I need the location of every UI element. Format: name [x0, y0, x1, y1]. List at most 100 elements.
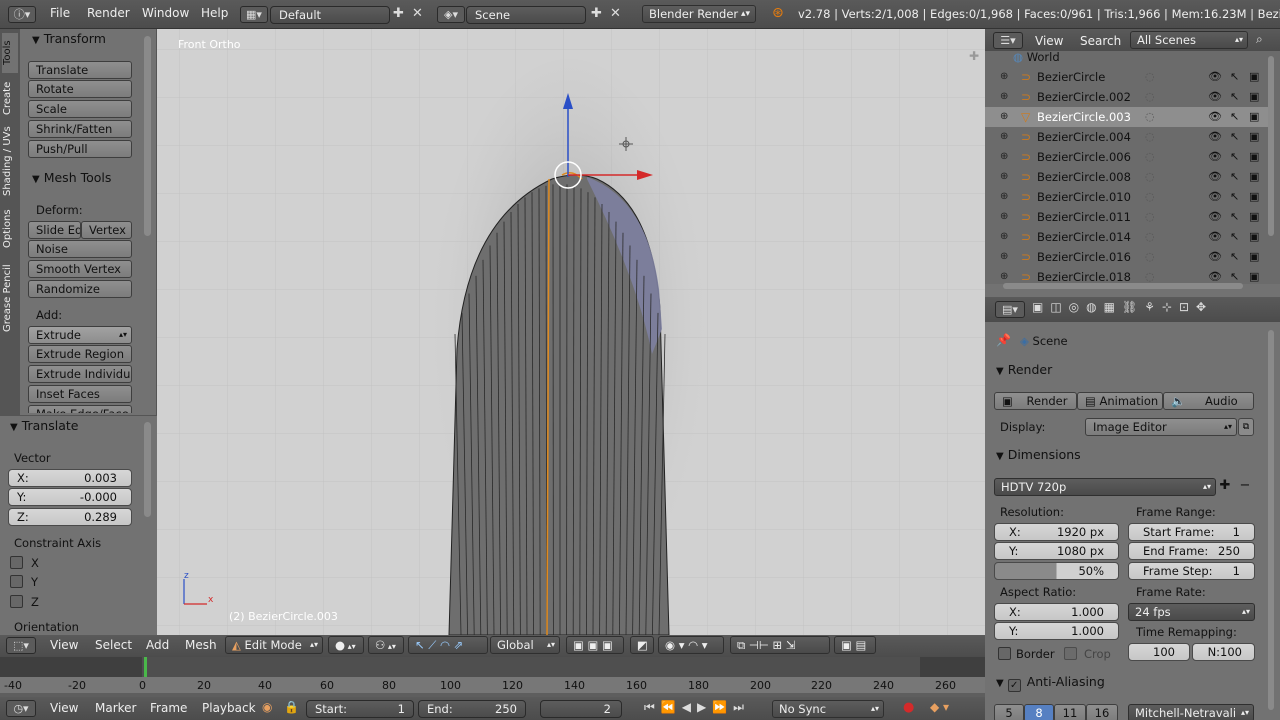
remove-scene-icon[interactable]: ✕ [610, 6, 621, 21]
properties-context-tabs[interactable]: ▣◫◎◍▦⛓⚘⊹⊡✥ [1032, 300, 1278, 320]
tool-shelf-scrollbar[interactable] [144, 36, 151, 236]
visibility-icon[interactable]: 👁 [1208, 67, 1222, 87]
extrude-region-button[interactable]: Extrude Region [28, 345, 132, 363]
anti-aliasing-panel-header[interactable]: ▼ ✓ Anti-Aliasing [996, 671, 1251, 693]
manipulator-toggle[interactable]: ↖ ⟋ ◠ ⇗ [408, 636, 488, 654]
expand-icon[interactable]: ⊕ [1000, 267, 1008, 284]
animation-button[interactable]: ▤ Animation [1077, 392, 1163, 410]
scene-field[interactable]: Scene [466, 6, 586, 24]
vector-z-field[interactable]: Z: 0.289 [8, 508, 132, 526]
outliner-row[interactable]: ⊕ ⊃ BezierCircle.011 ◌ 👁 ↖ ▣ [985, 207, 1268, 227]
visibility-icon[interactable]: 👁 [1208, 267, 1222, 284]
viewport-corner-icon[interactable]: ✚ [969, 49, 979, 63]
shrink-fatten-button[interactable]: Shrink/Fatten [28, 120, 132, 138]
expand-icon[interactable]: ⊕ [1000, 167, 1008, 187]
mesh-tools-header[interactable]: ▼ Mesh Tools [32, 167, 140, 189]
outliner-world-row[interactable]: ◍ World [1013, 51, 1060, 65]
extrude-individual-button[interactable]: Extrude Individual [28, 365, 132, 383]
slide-edge-button[interactable]: Slide Ed [28, 221, 81, 239]
renderability-icon[interactable]: ▣ [1249, 107, 1259, 127]
menu-window[interactable]: Window [142, 6, 189, 20]
tab-shading-uvs[interactable]: Shading / UVs [2, 122, 18, 200]
record-icon[interactable]: ● [903, 700, 914, 715]
render-button[interactable]: ▣ Render [994, 392, 1077, 410]
transform-panel-header[interactable]: ▼ Transform [32, 28, 140, 50]
randomize-button[interactable]: Randomize [28, 280, 132, 298]
layout-field[interactable]: Default [270, 6, 390, 24]
proportional-edit-dropdown[interactable]: ◉ ▾ ◠ ▾ [658, 636, 724, 654]
menu-help[interactable]: Help [201, 6, 228, 20]
remap-new-field[interactable]: N:100 [1192, 643, 1255, 661]
expand-icon[interactable]: ⊕ [1000, 247, 1008, 267]
selectability-icon[interactable]: ↖ [1230, 207, 1239, 227]
tab-grease-pencil[interactable]: Grease Pencil [2, 258, 18, 338]
constraint-y-checkbox[interactable] [10, 575, 23, 588]
rotate-button[interactable]: Rotate [28, 80, 132, 98]
renderability-icon[interactable]: ▣ [1249, 267, 1259, 284]
visibility-icon[interactable]: 👁 [1208, 187, 1222, 207]
timeline-editor-icon[interactable]: ◷▾ [6, 700, 36, 717]
mode-dropdown[interactable]: ◭ Edit Mode ▴▾ [225, 636, 323, 654]
dimensions-panel-header[interactable]: ▼ Dimensions [996, 444, 1251, 466]
menu-render[interactable]: Render [87, 6, 130, 20]
outliner-row[interactable]: ⊕ ⊃ BezierCircle ◌ 👁 ↖ ▣ [985, 67, 1268, 87]
tab-create[interactable]: Create [2, 77, 18, 119]
renderability-icon[interactable]: ▣ [1249, 207, 1259, 227]
noise-button[interactable]: Noise [28, 240, 132, 258]
menu-file[interactable]: File [50, 6, 70, 20]
renderability-icon[interactable]: ▣ [1249, 247, 1259, 267]
visibility-icon[interactable]: 👁 [1208, 87, 1222, 107]
outliner-row[interactable]: ⊕ ⊃ BezierCircle.014 ◌ 👁 ↖ ▣ [985, 227, 1268, 247]
expand-icon[interactable]: ⊕ [1000, 107, 1008, 127]
display-window-icon[interactable]: ⧉ [1238, 418, 1254, 436]
renderability-icon[interactable]: ▣ [1249, 227, 1259, 247]
crop-checkbox[interactable] [1064, 647, 1077, 660]
make-edge-face-button[interactable]: Make Edge/Face [28, 405, 132, 413]
viewport-menu-select[interactable]: Select [95, 638, 132, 652]
add-preset-icon[interactable]: ✚ [1216, 478, 1234, 496]
selectability-icon[interactable]: ↖ [1230, 247, 1239, 267]
inset-faces-button[interactable]: Inset Faces [28, 385, 132, 403]
visibility-icon[interactable]: 👁 [1208, 147, 1222, 167]
outliner-row[interactable]: ⊕ ⊃ BezierCircle.002 ◌ 👁 ↖ ▣ [985, 87, 1268, 107]
renderability-icon[interactable]: ▣ [1249, 87, 1259, 107]
selectability-icon[interactable]: ↖ [1230, 127, 1239, 147]
preset-dropdown[interactable]: HDTV 720p ▴▾ [994, 478, 1216, 496]
outliner-menu-view[interactable]: View [1035, 34, 1063, 48]
timeline-menu-frame[interactable]: Frame [150, 701, 187, 715]
render-panel-header[interactable]: ▼ Render [996, 359, 1251, 381]
selectability-icon[interactable]: ↖ [1230, 267, 1239, 284]
operator-scrollbar[interactable] [144, 422, 151, 517]
lock-icon[interactable]: 🔒 [284, 700, 299, 714]
extrude-dropdown[interactable]: Extrude ▴▾ [28, 326, 132, 344]
expand-icon[interactable]: ⊕ [1000, 87, 1008, 107]
vector-x-field[interactable]: X: 0.003 [8, 469, 132, 487]
outliner-row[interactable]: ⊕ ⊃ BezierCircle.018 ◌ 👁 ↖ ▣ [985, 267, 1268, 284]
resolution-percent-slider[interactable]: 50% [994, 562, 1119, 580]
expand-icon[interactable]: ⊕ [1000, 147, 1008, 167]
selectability-icon[interactable]: ↖ [1230, 187, 1239, 207]
render-buttons[interactable]: ▣ ▤ [834, 636, 876, 654]
display-dropdown[interactable]: Image Editor ▴▾ [1085, 418, 1237, 436]
outliner-row[interactable]: ⊕ ⊃ BezierCircle.016 ◌ 👁 ↖ ▣ [985, 247, 1268, 267]
tab-options[interactable]: Options [2, 205, 18, 253]
renderability-icon[interactable]: ▣ [1249, 67, 1259, 87]
smooth-vertex-button[interactable]: Smooth Vertex [28, 260, 132, 278]
start-frame-field[interactable]: Start Frame: 1 [1128, 523, 1255, 541]
aspect-y-field[interactable]: Y: 1.000 [994, 622, 1119, 640]
visibility-icon[interactable]: 👁 [1208, 107, 1222, 127]
outliner-search-icon[interactable]: ⌕ [1256, 32, 1263, 47]
push-pull-button[interactable]: Push/Pull [28, 140, 132, 158]
current-frame-field[interactable]: 2 [540, 700, 622, 718]
renderability-icon[interactable]: ▣ [1249, 147, 1259, 167]
outliner-menu-search[interactable]: Search [1080, 34, 1121, 48]
timeline-start-field[interactable]: Start: 1 [306, 700, 414, 718]
timeline-menu-playback[interactable]: Playback [202, 701, 256, 715]
vector-y-field[interactable]: Y: -0.000 [8, 488, 132, 506]
timeline-end-field[interactable]: End: 250 [418, 700, 526, 718]
outliner-row[interactable]: ⊕ ⊃ BezierCircle.004 ◌ 👁 ↖ ▣ [985, 127, 1268, 147]
end-frame-field[interactable]: End Frame: 250 [1128, 542, 1255, 560]
viewport-menu-mesh[interactable]: Mesh [185, 638, 217, 652]
outliner-filter-dropdown[interactable]: All Scenes ▴▾ [1130, 31, 1248, 49]
operator-translate-header[interactable]: ▼ Translate [10, 415, 140, 437]
